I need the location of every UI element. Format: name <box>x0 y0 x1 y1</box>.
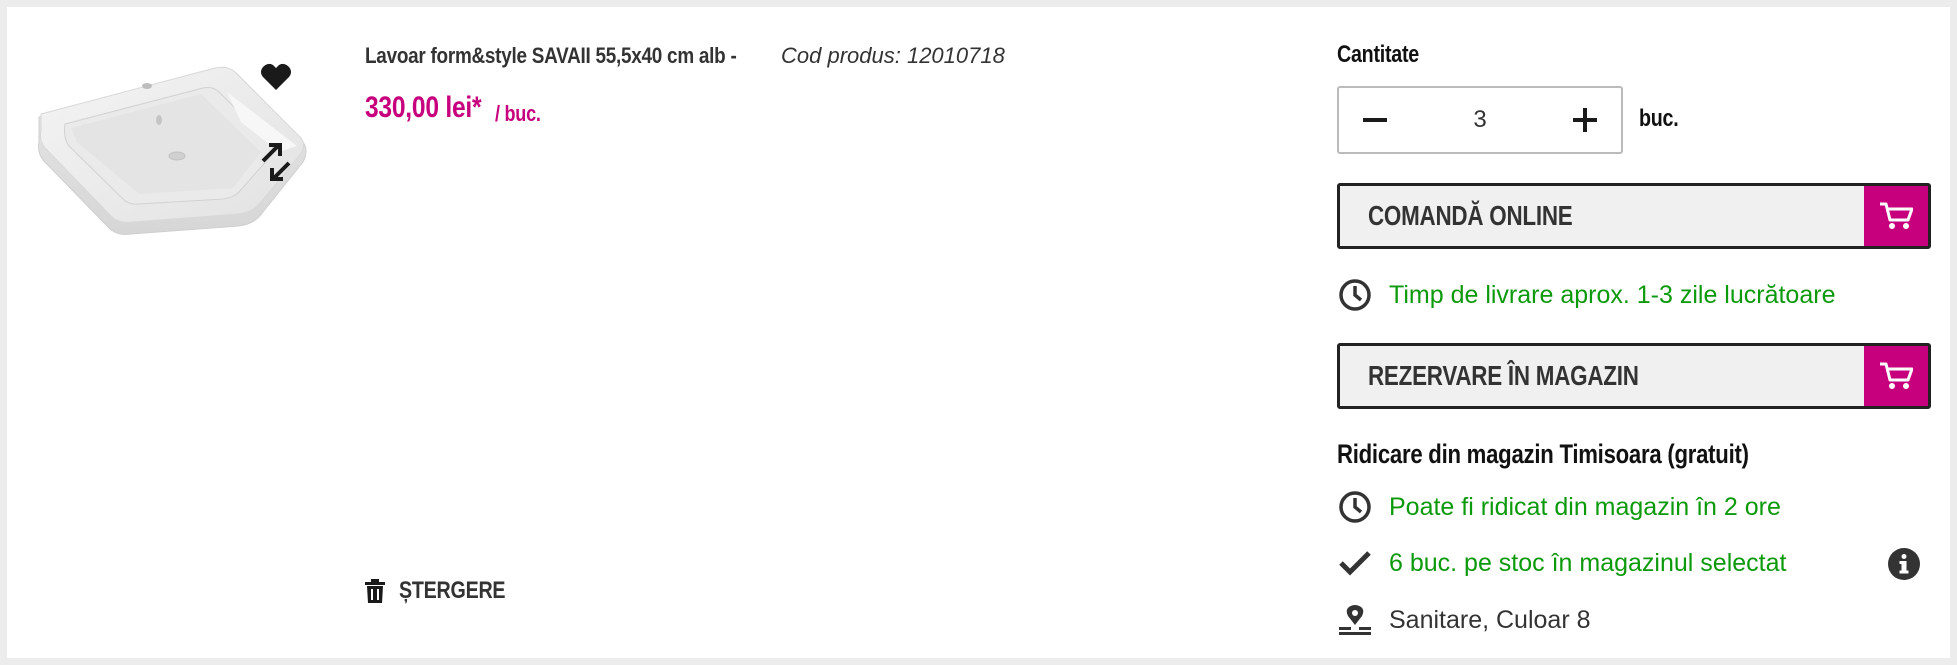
compare-icon[interactable] <box>255 141 297 183</box>
stock-text: 6 buc. pe stoc în magazinul selectat <box>1389 548 1787 577</box>
stock-info: 6 buc. pe stoc în magazinul selectat <box>1337 545 1786 581</box>
product-name[interactable]: Lavoar form&style SAVAII 55,5x40 cm alb … <box>365 43 737 69</box>
cart-icon <box>1864 346 1928 406</box>
cart-icon <box>1864 186 1928 246</box>
heart-icon[interactable] <box>255 55 297 97</box>
pickup-ready-info: Poate fi ridicat din magazin în 2 ore <box>1337 489 1781 525</box>
location-info: Sanitare, Culoar 8 <box>1337 602 1591 638</box>
cart-item-card: Lavoar form&style SAVAII 55,5x40 cm alb … <box>7 7 1950 658</box>
quantity-input[interactable] <box>1411 105 1549 135</box>
order-online-label: COMANDĂ ONLINE <box>1368 200 1573 231</box>
pickup-ready-text: Poate fi ridicat din magazin în 2 ore <box>1389 492 1781 521</box>
delete-label: ȘTERGERE <box>399 577 506 604</box>
delivery-info: Timp de livrare aprox. 1-3 zile lucrătoa… <box>1337 277 1835 313</box>
price-unit: / buc. <box>495 101 541 126</box>
quantity-unit: buc. <box>1639 105 1679 132</box>
delete-button[interactable]: ȘTERGERE <box>365 577 529 605</box>
clock-icon <box>1337 277 1373 313</box>
order-online-button[interactable]: COMANDĂ ONLINE <box>1337 183 1931 249</box>
location-text: Sanitare, Culoar 8 <box>1389 605 1591 634</box>
check-icon <box>1337 545 1373 581</box>
clock-icon <box>1337 489 1373 525</box>
pickup-title: Ridicare din magazin Timisoara (gratuit) <box>1337 439 1749 469</box>
quantity-stepper <box>1337 86 1623 154</box>
reserve-in-store-button[interactable]: REZERVARE ÎN MAGAZIN <box>1337 343 1931 409</box>
location-icon <box>1337 602 1373 638</box>
product-price: 330,00 lei* / buc. <box>365 91 541 126</box>
reserve-in-store-label: REZERVARE ÎN MAGAZIN <box>1368 360 1639 391</box>
info-icon[interactable] <box>1887 547 1921 581</box>
price-amount: 330,00 lei* <box>365 91 482 124</box>
increase-button[interactable] <box>1549 88 1621 152</box>
trash-icon <box>365 579 385 603</box>
quantity-label: Cantitate <box>1337 41 1419 68</box>
product-title[interactable]: Lavoar form&style SAVAII 55,5x40 cm alb … <box>365 43 1005 69</box>
product-code: Cod produs: 12010718 <box>781 43 1005 68</box>
delivery-time-text: Timp de livrare aprox. 1-3 zile lucrătoa… <box>1389 280 1836 309</box>
plus-icon <box>1573 108 1597 132</box>
decrease-button[interactable] <box>1339 88 1411 152</box>
minus-icon <box>1363 118 1387 122</box>
